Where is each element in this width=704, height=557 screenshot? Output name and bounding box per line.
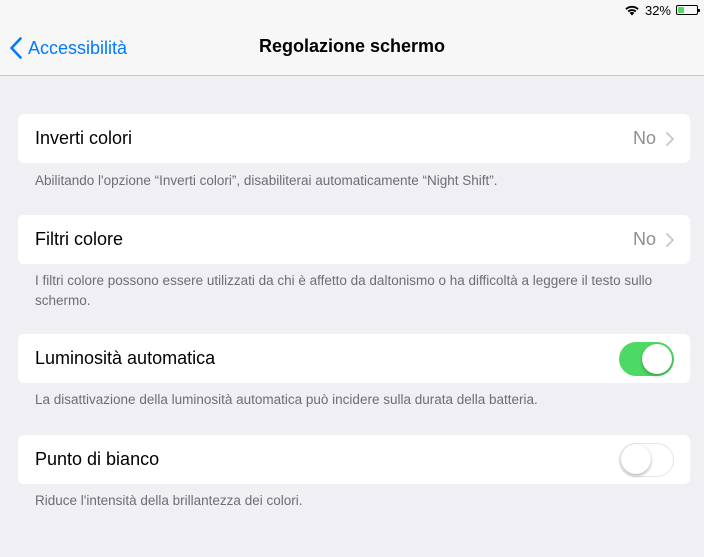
white-point-label: Punto di bianco	[35, 449, 160, 469]
color-filters-footnote: I filtri colore possono essere utilizzat…	[35, 273, 653, 308]
white-point-footnote: Riduce l'intensità della brillantezza de…	[35, 493, 303, 508]
battery-level-fill	[678, 7, 684, 13]
auto-brightness-toggle[interactable]	[619, 341, 674, 376]
auto-brightness-footnote: La disattivazione della luminosità autom…	[35, 392, 538, 407]
white-point-row: Punto di bianco	[18, 435, 690, 484]
toggle-knob	[621, 444, 651, 474]
auto-brightness-row: Luminosità automatica	[18, 334, 690, 383]
invert-colors-footnote: Abilitando l'opzione “Inverti colori”, d…	[35, 173, 498, 188]
navigation-bar: Accessibilità Regolazione schermo	[0, 20, 704, 76]
page-title: Regolazione schermo	[258, 36, 446, 56]
battery-percentage: 32%	[644, 2, 671, 18]
invert-colors-label: Inverti colori	[35, 128, 133, 148]
wifi-icon	[625, 5, 639, 16]
color-filters-label: Filtri colore	[35, 229, 124, 249]
chevron-right-icon	[666, 131, 674, 146]
toggle-knob	[642, 343, 672, 374]
invert-colors-row[interactable]: Inverti colori No	[18, 114, 690, 163]
color-filters-value: No	[632, 229, 656, 249]
invert-colors-value: No	[632, 128, 656, 148]
status-indicators: 32%	[624, 2, 700, 18]
chevron-right-icon	[666, 232, 674, 247]
white-point-toggle[interactable]	[619, 442, 674, 477]
auto-brightness-label: Luminosità automatica	[35, 348, 216, 368]
status-bar: 32%	[0, 0, 704, 20]
battery-icon	[676, 5, 700, 15]
color-filters-row[interactable]: Filtri colore No	[18, 215, 690, 264]
